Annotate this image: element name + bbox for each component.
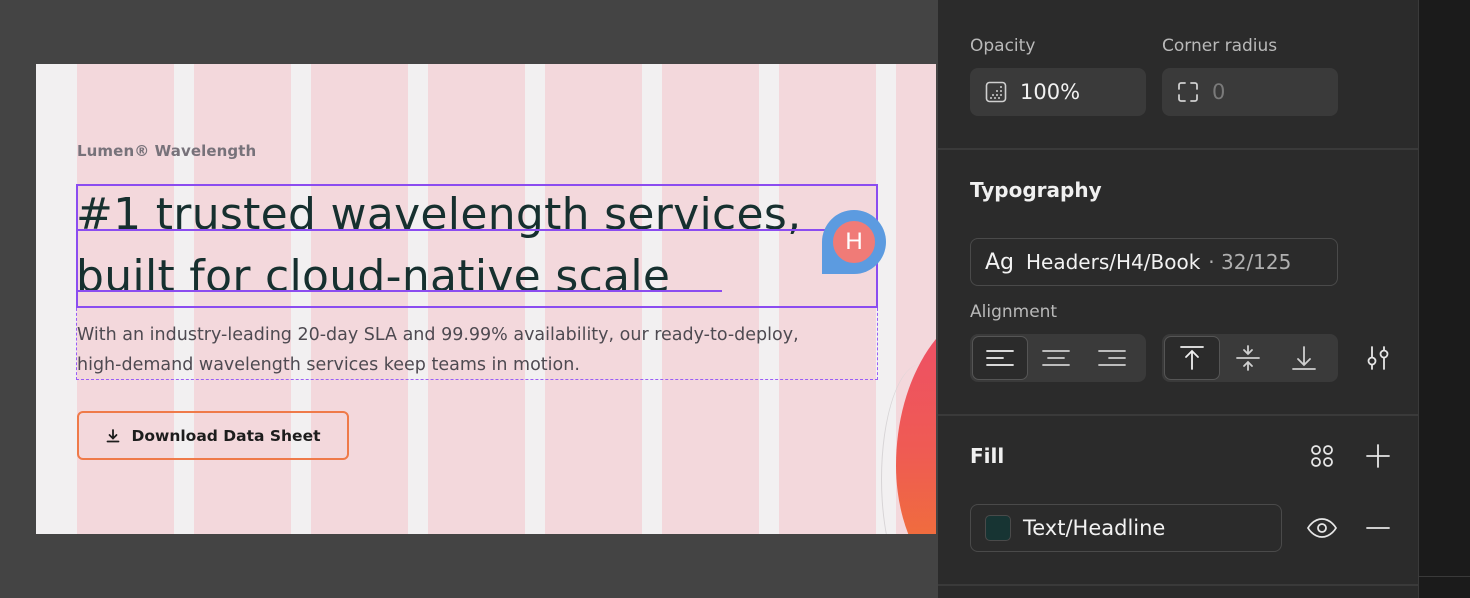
opacity-label: Opacity bbox=[970, 36, 1036, 56]
type-style-icon: Ag bbox=[985, 249, 1015, 275]
align-middle-icon bbox=[1236, 345, 1260, 371]
fill-color-swatch[interactable] bbox=[985, 515, 1011, 541]
align-top-icon bbox=[1180, 346, 1204, 370]
fill-style-name: Text/Headline bbox=[1023, 516, 1166, 540]
design-canvas[interactable]: Lumen® Wavelength #1 trusted wavelength … bbox=[0, 0, 938, 598]
type-style-size: · 32/125 bbox=[1208, 250, 1292, 274]
minus-icon bbox=[1366, 527, 1390, 529]
strip-divider bbox=[1418, 576, 1470, 577]
text-baseline bbox=[76, 290, 722, 292]
fill-title: Fill bbox=[970, 444, 1005, 468]
section-divider bbox=[938, 584, 1418, 586]
align-right-icon bbox=[1098, 350, 1126, 366]
artboard-frame[interactable]: Lumen® Wavelength #1 trusted wavelength … bbox=[36, 64, 936, 534]
sliders-icon bbox=[1367, 346, 1389, 370]
align-bottom-button[interactable] bbox=[1276, 336, 1332, 380]
text-baseline bbox=[76, 229, 846, 231]
align-bottom-icon bbox=[1292, 346, 1316, 370]
opacity-field[interactable]: 100% bbox=[970, 68, 1146, 116]
cta-label: Download Data Sheet bbox=[131, 426, 321, 445]
collaborator-cursor: H bbox=[822, 210, 886, 274]
align-left-button[interactable] bbox=[972, 336, 1028, 380]
styles-grid-icon bbox=[1311, 445, 1333, 467]
horizontal-alignment-group bbox=[970, 334, 1146, 382]
opacity-icon bbox=[984, 80, 1008, 104]
align-left-icon bbox=[986, 350, 1014, 366]
plus-icon bbox=[1366, 444, 1390, 468]
right-sidebar-strip bbox=[1418, 0, 1470, 598]
fill-styles-button[interactable] bbox=[1306, 440, 1338, 472]
corner-radius-value: 0 bbox=[1212, 80, 1226, 104]
add-fill-button[interactable] bbox=[1362, 440, 1394, 472]
align-middle-button[interactable] bbox=[1220, 336, 1276, 380]
align-right-button[interactable] bbox=[1084, 336, 1140, 380]
eye-icon bbox=[1306, 518, 1338, 538]
download-data-sheet-button[interactable]: Download Data Sheet bbox=[77, 411, 349, 460]
corner-radius-icon bbox=[1176, 80, 1200, 104]
corner-radius-label: Corner radius bbox=[1162, 36, 1278, 56]
text-settings-button[interactable] bbox=[1362, 342, 1394, 374]
type-style-name: Headers/H4/Book bbox=[1026, 250, 1201, 274]
eyebrow-text[interactable]: Lumen® Wavelength bbox=[77, 142, 256, 160]
fill-style-field[interactable]: Text/Headline bbox=[970, 504, 1282, 552]
typography-title: Typography bbox=[970, 178, 1102, 202]
align-top-button[interactable] bbox=[1164, 336, 1220, 380]
opacity-value: 100% bbox=[1020, 80, 1081, 104]
type-style-selector[interactable]: Ag Headers/H4/Book · 32/125 bbox=[970, 238, 1338, 286]
section-divider bbox=[938, 414, 1418, 416]
corner-radius-field[interactable]: 0 bbox=[1162, 68, 1338, 116]
alignment-label: Alignment bbox=[970, 302, 1058, 322]
hover-outline bbox=[76, 308, 878, 380]
vertical-alignment-group bbox=[1162, 334, 1338, 382]
toggle-fill-visibility-button[interactable] bbox=[1306, 512, 1338, 544]
collaborator-avatar: H bbox=[830, 218, 878, 266]
download-icon bbox=[105, 428, 121, 444]
remove-fill-button[interactable] bbox=[1362, 512, 1394, 544]
section-divider bbox=[938, 148, 1418, 150]
align-center-icon bbox=[1042, 350, 1070, 366]
align-center-button[interactable] bbox=[1028, 336, 1084, 380]
